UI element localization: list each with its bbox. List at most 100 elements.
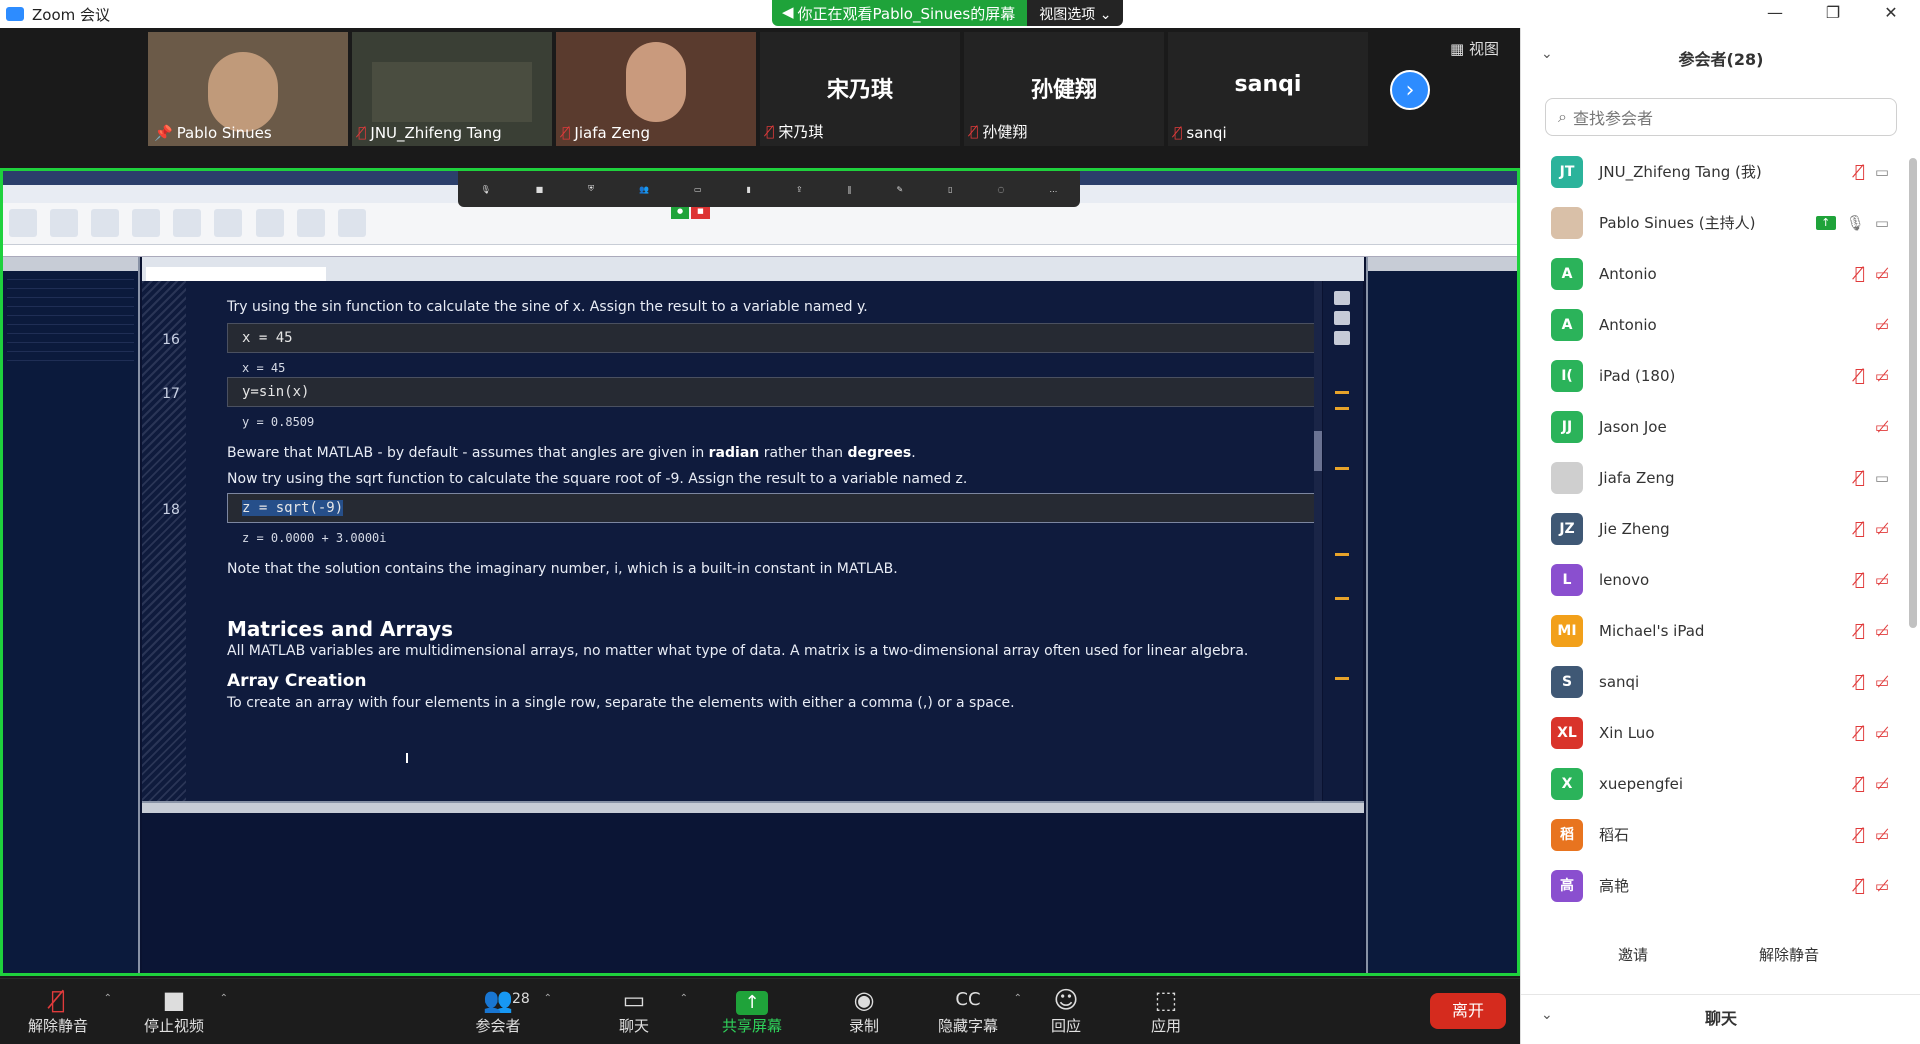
chevron-up-icon[interactable]: ⌃ [104, 993, 112, 1004]
line-number: 18 [162, 502, 180, 518]
view-options-button[interactable]: 视图选项 ⌄ [1027, 0, 1124, 26]
tile-big-name: sanqi [1234, 72, 1302, 97]
chat-label: 聊天 [618, 1017, 649, 1035]
participant-list-scrollbar[interactable] [1909, 158, 1917, 628]
video-off-icon: ▭̸ [1874, 264, 1889, 283]
toolstrip-icon [337, 209, 366, 237]
gallery-next-button[interactable]: › [1390, 70, 1430, 110]
video-tile[interactable]: 宋乃琪 🎙̸ 宋乃琪 [760, 32, 960, 146]
code-cell[interactable]: z = sqrt(-9) [227, 493, 1317, 523]
participant-search-input[interactable]: ⌕ 查找参会者 [1545, 98, 1897, 136]
video-on-icon: ▭ [1874, 162, 1889, 181]
mic-muted-icon: 🎙̸ [1854, 824, 1865, 845]
code-text: x = 45 [242, 330, 293, 346]
toolstrip-icon [50, 209, 79, 237]
video-off-icon: ▭̸ [1874, 315, 1889, 334]
participant-name: sanqi [1599, 672, 1640, 691]
participant-name: Michael's iPad [1599, 621, 1705, 640]
participant-row[interactable]: Xxuepengfei 🎙̸ ▭̸ [1521, 758, 1911, 809]
cc-icon: CC [955, 989, 981, 1010]
mic-muted-icon: 🎙̸ [1854, 263, 1865, 284]
editor-scrollbar[interactable] [1314, 281, 1322, 801]
participant-row[interactable]: JZ Jie Zheng 🎙̸ ▭̸ [1521, 503, 1911, 554]
participant-name: Jie Zheng [1599, 519, 1670, 538]
participant-row[interactable]: Jiafa Zeng 🎙̸ ▭ [1521, 452, 1911, 503]
video-tile[interactable]: 🎙̸ JNU_Zhifeng Tang [352, 32, 552, 146]
reactions-button[interactable]: ☺ 回应 [1016, 985, 1116, 1036]
code-cell[interactable]: x = 45 [227, 323, 1317, 353]
command-window[interactable] [142, 801, 1364, 973]
unmute-label: 解除静音 [27, 1017, 88, 1035]
maximize-button[interactable]: ❐ [1804, 0, 1862, 28]
file-row [7, 325, 134, 334]
participant-status: 🎙̸ ▭̸ [1855, 621, 1889, 641]
apps-button[interactable]: ⬚ 应用 [1116, 985, 1216, 1036]
chevron-up-icon[interactable]: ⌃ [544, 993, 552, 1004]
participant-name: iPad (180) [1599, 366, 1676, 385]
participants-icon: 👥 [483, 986, 513, 1014]
participant-name: Antonio [1599, 315, 1657, 334]
unmute-button[interactable]: 🎙̸ 解除静音 ⌃ [8, 985, 112, 1036]
zoom-logo-icon [6, 7, 24, 21]
presenter-annotate-icon: ✎ [896, 184, 904, 194]
folder-header [3, 257, 138, 271]
participant-row[interactable]: 稻稻石 🎙̸ ▭̸ [1521, 809, 1911, 860]
toolstrip-icon [214, 209, 243, 237]
mic-muted-icon: 🎙̸ [1854, 569, 1865, 590]
participant-row[interactable]: Pablo Sinues (主持人) ↑ 🎙 ▭ [1521, 197, 1911, 248]
chevron-up-icon[interactable]: ⌃ [220, 993, 228, 1004]
video-tile[interactable]: 🎙̸ Jiafa Zeng [556, 32, 756, 146]
participant-row[interactable]: I(iPad (180) 🎙̸ ▭̸ [1521, 350, 1911, 401]
participant-row[interactable]: 高高艳 🎙̸ ▭̸ [1521, 860, 1911, 911]
participant-row[interactable]: XL Xin Luo 🎙̸ ▭̸ [1521, 707, 1911, 758]
editor-text: All MATLAB variables are multidimensiona… [227, 643, 1249, 659]
participants-button[interactable]: 👥 28 参会者 ⌃ [448, 985, 552, 1036]
editor-text: Try using the sin function to calculate … [227, 299, 868, 315]
share-screen-button[interactable]: ↑ 共享屏幕 [702, 985, 802, 1036]
video-tile[interactable]: sanqi 🎙̸ sanqi [1168, 32, 1368, 146]
stop-video-button[interactable]: ■ 停止视频 ⌃ [124, 985, 228, 1036]
participant-row[interactable]: Ssanqi 🎙̸ ▭̸ [1521, 656, 1911, 707]
matlab-workspace [1366, 257, 1517, 973]
toolstrip-icon [91, 209, 120, 237]
participant-row[interactable]: A Antonio ▭̸ [1521, 299, 1911, 350]
editor-text: Beware that MATLAB - by default - assume… [227, 445, 916, 461]
grid-icon: ▦ [1450, 40, 1469, 58]
avatar [1551, 461, 1583, 494]
video-tile[interactable]: 孙健翔 🎙̸ 孙健翔 [964, 32, 1164, 146]
record-button[interactable]: ◉ 录制 [814, 985, 914, 1036]
participant-row[interactable]: JJ Jason Joe ▭̸ [1521, 401, 1911, 452]
section-heading: Matrices and Arrays [227, 617, 454, 641]
record-icon: ◉ [853, 986, 875, 1014]
captions-button[interactable]: CC 隐藏字幕 ⌃ [918, 985, 1022, 1036]
participant-row[interactable]: A Antonio 🎙̸ ▭̸ [1521, 248, 1911, 299]
code-cell[interactable]: y=sin(x) [227, 377, 1317, 407]
unmute-me-button[interactable]: 解除静音 [1739, 940, 1839, 969]
video-tile[interactable]: 📌 Pablo Sinues [148, 32, 348, 146]
scroll-thumb[interactable] [1314, 431, 1322, 471]
view-button[interactable]: ▦ 视图 [1450, 38, 1499, 59]
invite-button[interactable]: 邀请 [1583, 940, 1683, 969]
search-placeholder: 查找参会者 [1572, 109, 1653, 128]
minimize-button[interactable]: — [1746, 0, 1804, 28]
chevron-down-icon: ⌄ [1099, 7, 1112, 23]
video-off-icon: ▭̸ [1874, 774, 1889, 793]
close-button[interactable]: ✕ [1862, 0, 1920, 28]
viewing-notice: ◀ 你正在观看Pablo_Sinues的屏幕 [772, 0, 1028, 26]
participant-name: 高艳 [1599, 877, 1630, 895]
code-marker [1335, 391, 1349, 394]
participant-row[interactable]: MI Michael's iPad 🎙̸ ▭̸ [1521, 605, 1911, 656]
stop-share-indicator: ■ [691, 207, 710, 219]
presenter-security-icon: ⛨ [588, 184, 595, 193]
chat-button[interactable]: ▭ 聊天 ⌃ [584, 985, 688, 1036]
participant-row[interactable]: JT JNU_Zhifeng Tang (我) 🎙̸ ▭ [1521, 146, 1911, 197]
captions-label: 隐藏字幕 [937, 1017, 998, 1035]
matlab-toolstrip [3, 203, 1517, 245]
matlab-current-folder [3, 257, 140, 973]
participant-name: Antonio [1599, 264, 1657, 283]
shared-screen[interactable]: 🎙 ■ ⛨ 👥 ▭ ▮ ⇪ ‖ ✎ ▯ ◌ … ● ■ Try using th… [0, 168, 1520, 976]
leave-button[interactable]: 离开 [1430, 993, 1506, 1029]
chevron-up-icon[interactable]: ⌃ [680, 993, 688, 1004]
participant-row[interactable]: Llenovo 🎙̸ ▭̸ [1521, 554, 1911, 605]
live-editor[interactable]: Try using the sin function to calculate … [142, 281, 1363, 801]
